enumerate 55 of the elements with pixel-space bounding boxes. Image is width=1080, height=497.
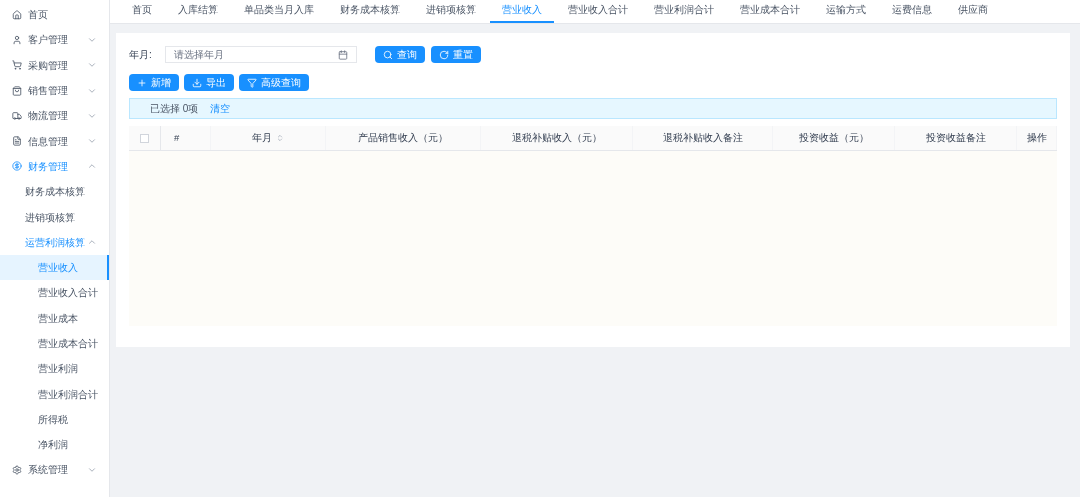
menu-item[interactable]: 物流管理	[0, 103, 109, 129]
search-icon	[383, 49, 393, 60]
tab[interactable]: 财务成本核算	[328, 0, 412, 23]
menu-item[interactable]: 销售管理	[0, 77, 109, 104]
column-header: 退税补贴收入备注	[633, 126, 773, 150]
menu-item[interactable]: 财务成本核算	[0, 179, 109, 205]
tab[interactable]: 营业利润合计	[642, 0, 726, 23]
tab[interactable]: 进销项核算	[414, 0, 488, 23]
tab[interactable]: 单品类当月入库	[232, 0, 326, 23]
tab[interactable]: 运输方式	[814, 0, 878, 23]
home-icon	[12, 9, 22, 20]
tab[interactable]: 供应商	[946, 0, 1000, 23]
menu-item[interactable]: 信息管理	[0, 128, 109, 154]
tab[interactable]: 首页	[120, 0, 164, 23]
column-header: 退税补贴收入（元）	[481, 126, 633, 150]
menu-item[interactable]: 营业利润	[0, 356, 109, 382]
menu-item[interactable]: 采购管理	[0, 52, 109, 78]
filter-icon	[247, 77, 257, 88]
menu-item[interactable]: 客户管理	[0, 27, 109, 53]
menu-item[interactable]: 营业利润合计	[0, 381, 109, 407]
dollar-circle-icon	[12, 161, 22, 172]
column-header: 投资收益（元）	[773, 126, 895, 150]
calendar-icon	[338, 49, 348, 60]
tab[interactable]: 营业成本合计	[728, 0, 812, 23]
date-field[interactable]: 请选择年月	[165, 46, 357, 63]
date-input[interactable]: 请选择年月	[174, 47, 338, 62]
column-header[interactable]: 年月	[211, 126, 326, 150]
document-icon	[12, 136, 22, 147]
selection-count: 已选择 0项	[150, 102, 199, 116]
user-icon	[12, 34, 22, 45]
column-header: 操作	[1017, 126, 1057, 150]
menu-item[interactable]: 所得税	[0, 406, 109, 433]
menu-item[interactable]: 系统管理	[0, 457, 109, 483]
menu-item[interactable]: 净利润	[0, 432, 109, 458]
gear-icon	[12, 465, 22, 475]
tab[interactable]: 运费信息	[880, 0, 944, 23]
menu-item[interactable]: 进销项核算	[0, 204, 109, 230]
tab[interactable]: 入库结算	[166, 0, 230, 23]
truck-icon	[12, 110, 22, 121]
menu-item[interactable]: 首页	[0, 2, 109, 28]
bag-icon	[12, 85, 22, 96]
tab[interactable]: 营业收入合计	[556, 0, 640, 23]
column-header: 投资收益备注	[895, 126, 1017, 150]
cart-icon	[12, 60, 22, 71]
menu-item[interactable]: 营业成本合计	[0, 330, 109, 357]
sort-icon[interactable]	[276, 134, 284, 142]
menu-item[interactable]: 营业成本	[0, 305, 109, 331]
field-label: 年月:	[129, 48, 153, 62]
column-header: #	[161, 126, 211, 150]
select-all-checkbox[interactable]	[140, 133, 149, 143]
reset-icon	[439, 49, 449, 60]
menu-item[interactable]: 营业收入合计	[0, 280, 109, 306]
plus-icon	[137, 77, 147, 88]
download-icon	[192, 77, 202, 88]
column-header: 产品销售收入（元）	[326, 126, 481, 150]
